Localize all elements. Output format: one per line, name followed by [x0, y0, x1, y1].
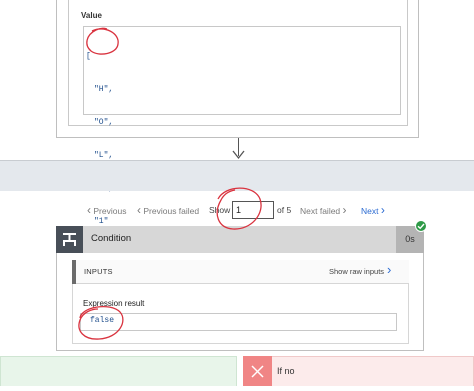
code-line: "H", — [94, 85, 114, 94]
value-label: Value — [81, 11, 102, 20]
chevron-left-icon: ‹ — [87, 203, 91, 217]
if-no-label: If no — [277, 366, 295, 376]
chevron-right-icon: › — [342, 203, 347, 217]
condition-title: Condition — [91, 233, 132, 244]
expression-result-label: Expression result — [83, 299, 145, 308]
expression-result-box — [80, 313, 397, 331]
show-label: Show — [209, 205, 231, 215]
expression-result-value: false — [90, 316, 115, 325]
success-check-icon — [415, 220, 427, 232]
show-raw-inputs-link[interactable]: Show raw inputs — [329, 267, 384, 276]
previous-failed-button[interactable]: ‹ Previous failed — [137, 204, 199, 217]
chevron-right-icon: › — [380, 203, 385, 217]
inputs-label: INPUTS — [84, 267, 113, 276]
close-icon — [243, 356, 272, 386]
code-line: "O", — [94, 118, 114, 127]
code-line: [ — [86, 52, 91, 61]
next-failed-button[interactable]: Next failed › — [300, 204, 347, 217]
chevron-right-icon[interactable]: › — [387, 263, 391, 276]
previous-button[interactable]: ‹ Previous — [87, 204, 126, 217]
condition-icon — [56, 226, 83, 253]
chevron-left-icon: ‹ — [137, 203, 141, 217]
if-yes-branch[interactable] — [0, 356, 237, 386]
inputs-accent-bar — [72, 260, 76, 284]
page-count-label: of 5 — [277, 205, 292, 215]
page-number-input[interactable]: 1 — [232, 201, 274, 219]
next-button[interactable]: Next › — [361, 204, 385, 217]
scope-band — [0, 160, 474, 191]
arrow-down-icon — [232, 150, 245, 160]
value-box — [83, 26, 401, 115]
